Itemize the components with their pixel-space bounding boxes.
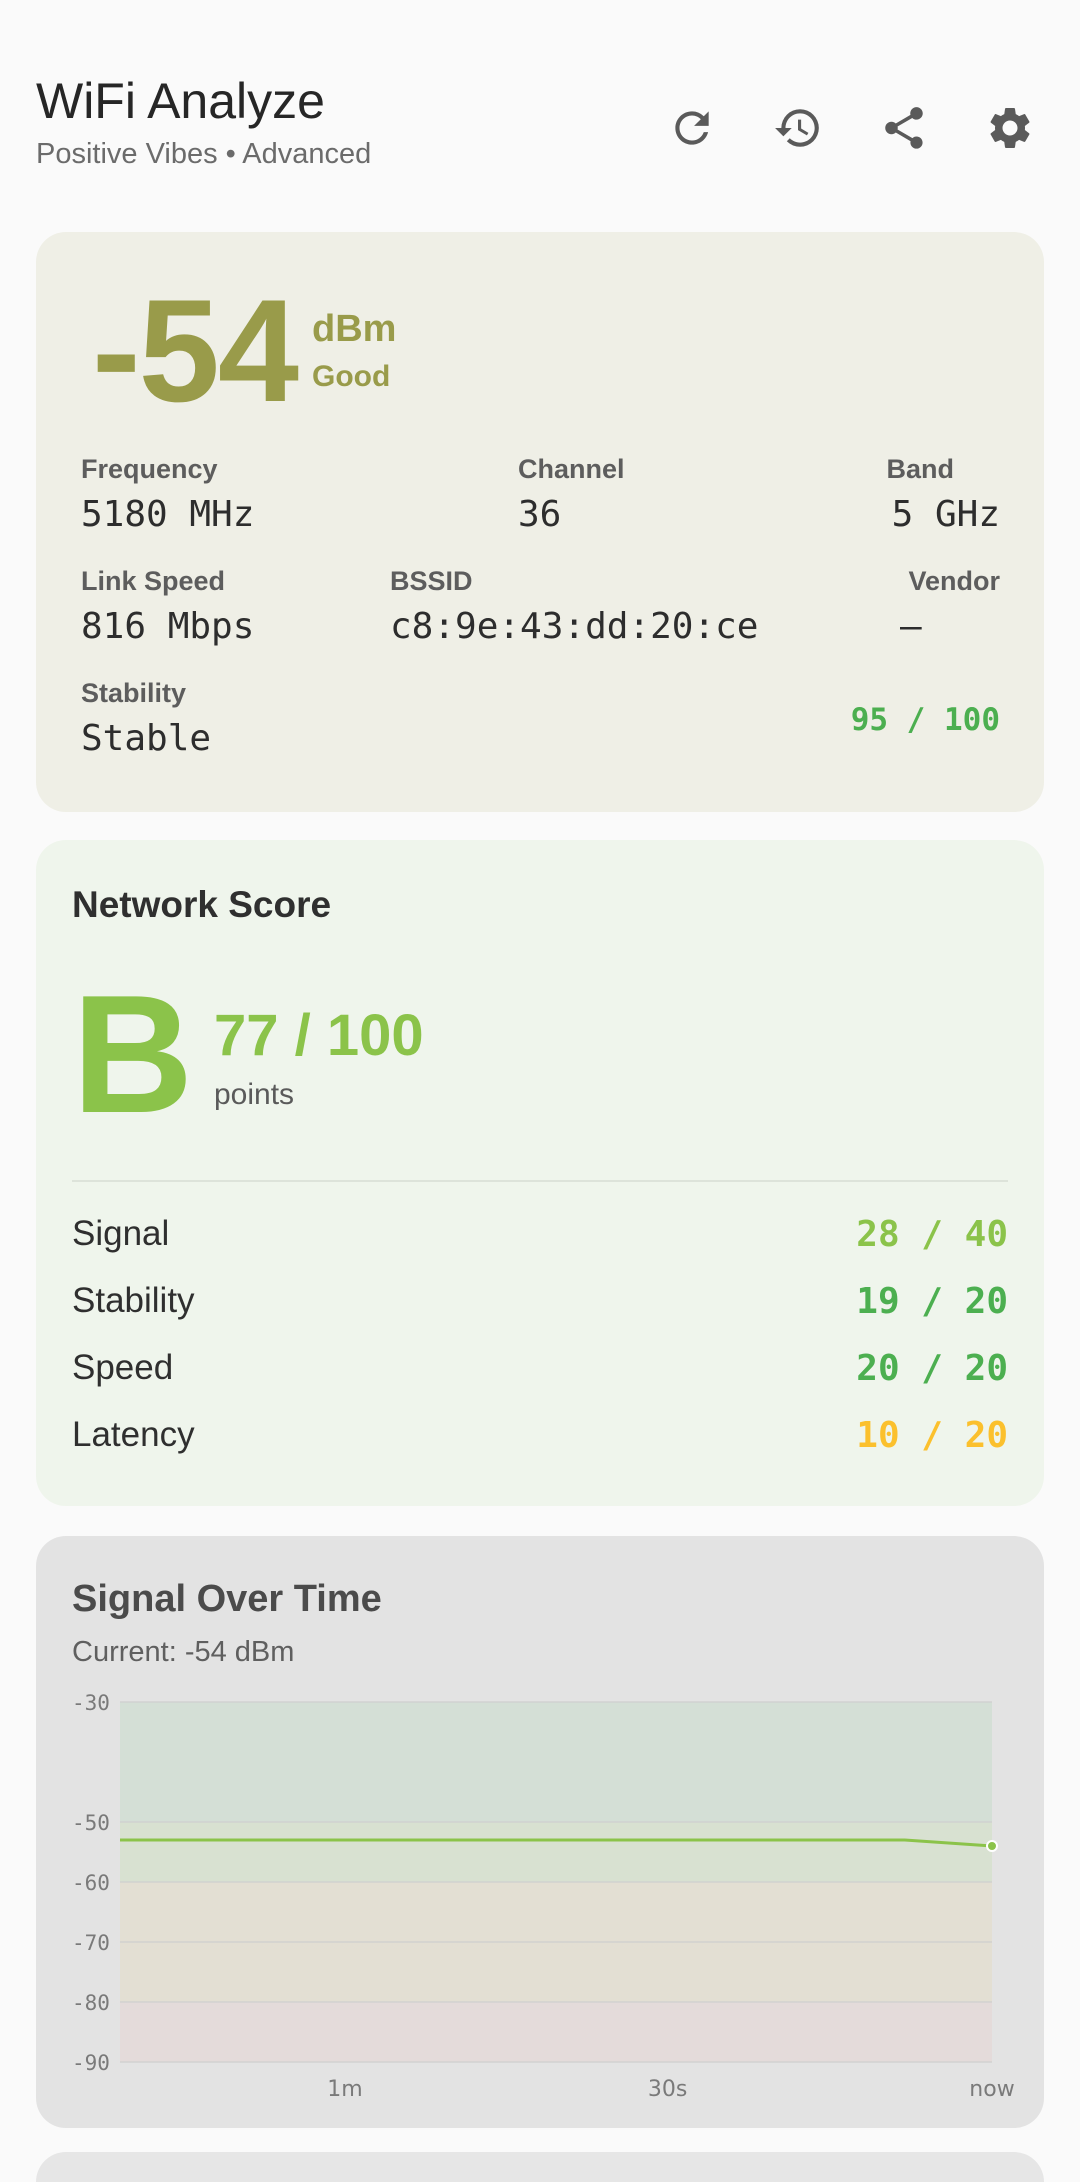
score-row-label: Latency <box>72 1415 195 1454</box>
score-row-label: Signal <box>72 1214 170 1253</box>
history-button[interactable] <box>764 94 832 162</box>
chart-zone <box>120 1822 992 1882</box>
score-row-value: 20 / 20 <box>856 1348 1008 1389</box>
score-grade: B <box>72 960 194 1148</box>
score-row-speed: Speed 20 / 20 <box>72 1348 1008 1408</box>
score-row-value: 10 / 20 <box>856 1415 1008 1456</box>
score-row-label: Speed <box>72 1348 174 1387</box>
score-divider <box>72 1180 1008 1182</box>
channel-value: 36 <box>518 494 562 535</box>
app-title: WiFi Analyze <box>36 73 325 129</box>
stability-score: 95 / 100 <box>850 702 1000 738</box>
stability-label: Stability <box>81 678 187 708</box>
chart-x-tick: 1m <box>327 2077 362 2102</box>
rssi-value: -54 <box>92 269 299 432</box>
vendor-value: — <box>900 606 922 647</box>
rssi-unit: dBm <box>312 308 397 350</box>
chart-series-point <box>986 1840 998 1852</box>
chart-y-tick: -50 <box>72 1811 110 1835</box>
signal-chart: -30 -50 -60 -70 -80 -90 1m 30s now <box>72 1691 1015 2102</box>
chart-x-tick: now <box>969 2077 1014 2102</box>
app-subtitle: Positive Vibes • Advanced <box>36 138 372 170</box>
signal-quality: Good <box>312 360 391 393</box>
signal-card: -54 dBm Good Frequency 5180 MHz Channel … <box>36 232 1044 812</box>
stability-value: Stable <box>81 718 212 759</box>
vendor-label: Vendor <box>908 566 1000 596</box>
band-value: 5 GHz <box>891 494 1000 535</box>
history-icon <box>775 109 819 147</box>
score-row-stability: Stability 19 / 20 <box>72 1281 1008 1341</box>
chart-current-value: Current: -54 dBm <box>72 1636 295 1668</box>
chart-title: Signal Over Time <box>72 1578 382 1620</box>
score-row-latency: Latency 10 / 20 <box>72 1415 1008 1475</box>
chart-zone <box>120 2002 992 2062</box>
channel-label: Channel <box>518 454 625 484</box>
frequency-label: Frequency <box>81 454 218 484</box>
network-score-title: Network Score <box>72 884 332 925</box>
frequency-value: 5180 MHz <box>81 494 255 535</box>
chart-zone <box>120 1702 992 1822</box>
chart-x-tick: 30s <box>648 2077 687 2102</box>
chart-y-tick: -80 <box>72 1991 110 2015</box>
share-icon <box>885 107 923 149</box>
score-row-value: 28 / 40 <box>856 1214 1008 1255</box>
bssid-label: BSSID <box>390 566 473 596</box>
network-score-card: Network Score B 77 / 100 points Signal 2… <box>36 840 1044 1506</box>
band-label: Band <box>886 454 955 484</box>
score-row-label: Stability <box>72 1281 195 1320</box>
chart-y-tick: -30 <box>72 1691 110 1715</box>
share-button[interactable] <box>870 94 938 162</box>
link-speed-label: Link Speed <box>81 566 226 596</box>
score-row-signal: Signal 28 / 40 <box>72 1214 1008 1274</box>
refresh-button[interactable] <box>658 94 726 162</box>
next-card-peek <box>36 2152 1044 2182</box>
gear-icon <box>990 107 1030 148</box>
score-points-label: points <box>214 1078 295 1111</box>
score-row-value: 19 / 20 <box>856 1281 1008 1322</box>
chart-y-tick: -70 <box>72 1931 110 1955</box>
bssid-value: c8:9e:43:dd:20:ce <box>390 606 759 647</box>
settings-button[interactable] <box>976 94 1044 162</box>
header-actions <box>658 94 1044 162</box>
signal-chart-card: Signal Over Time Current: -54 dBm -30 -50… <box>36 1536 1044 2128</box>
chart-y-tick: -90 <box>72 2051 110 2075</box>
app-header: WiFi Analyze Positive Vibes • Advanced <box>36 72 1044 182</box>
chart-y-tick: -60 <box>72 1871 110 1895</box>
link-speed-value: 816 Mbps <box>81 606 255 647</box>
refresh-icon <box>675 111 709 145</box>
score-total: 77 / 100 <box>214 1003 424 1068</box>
